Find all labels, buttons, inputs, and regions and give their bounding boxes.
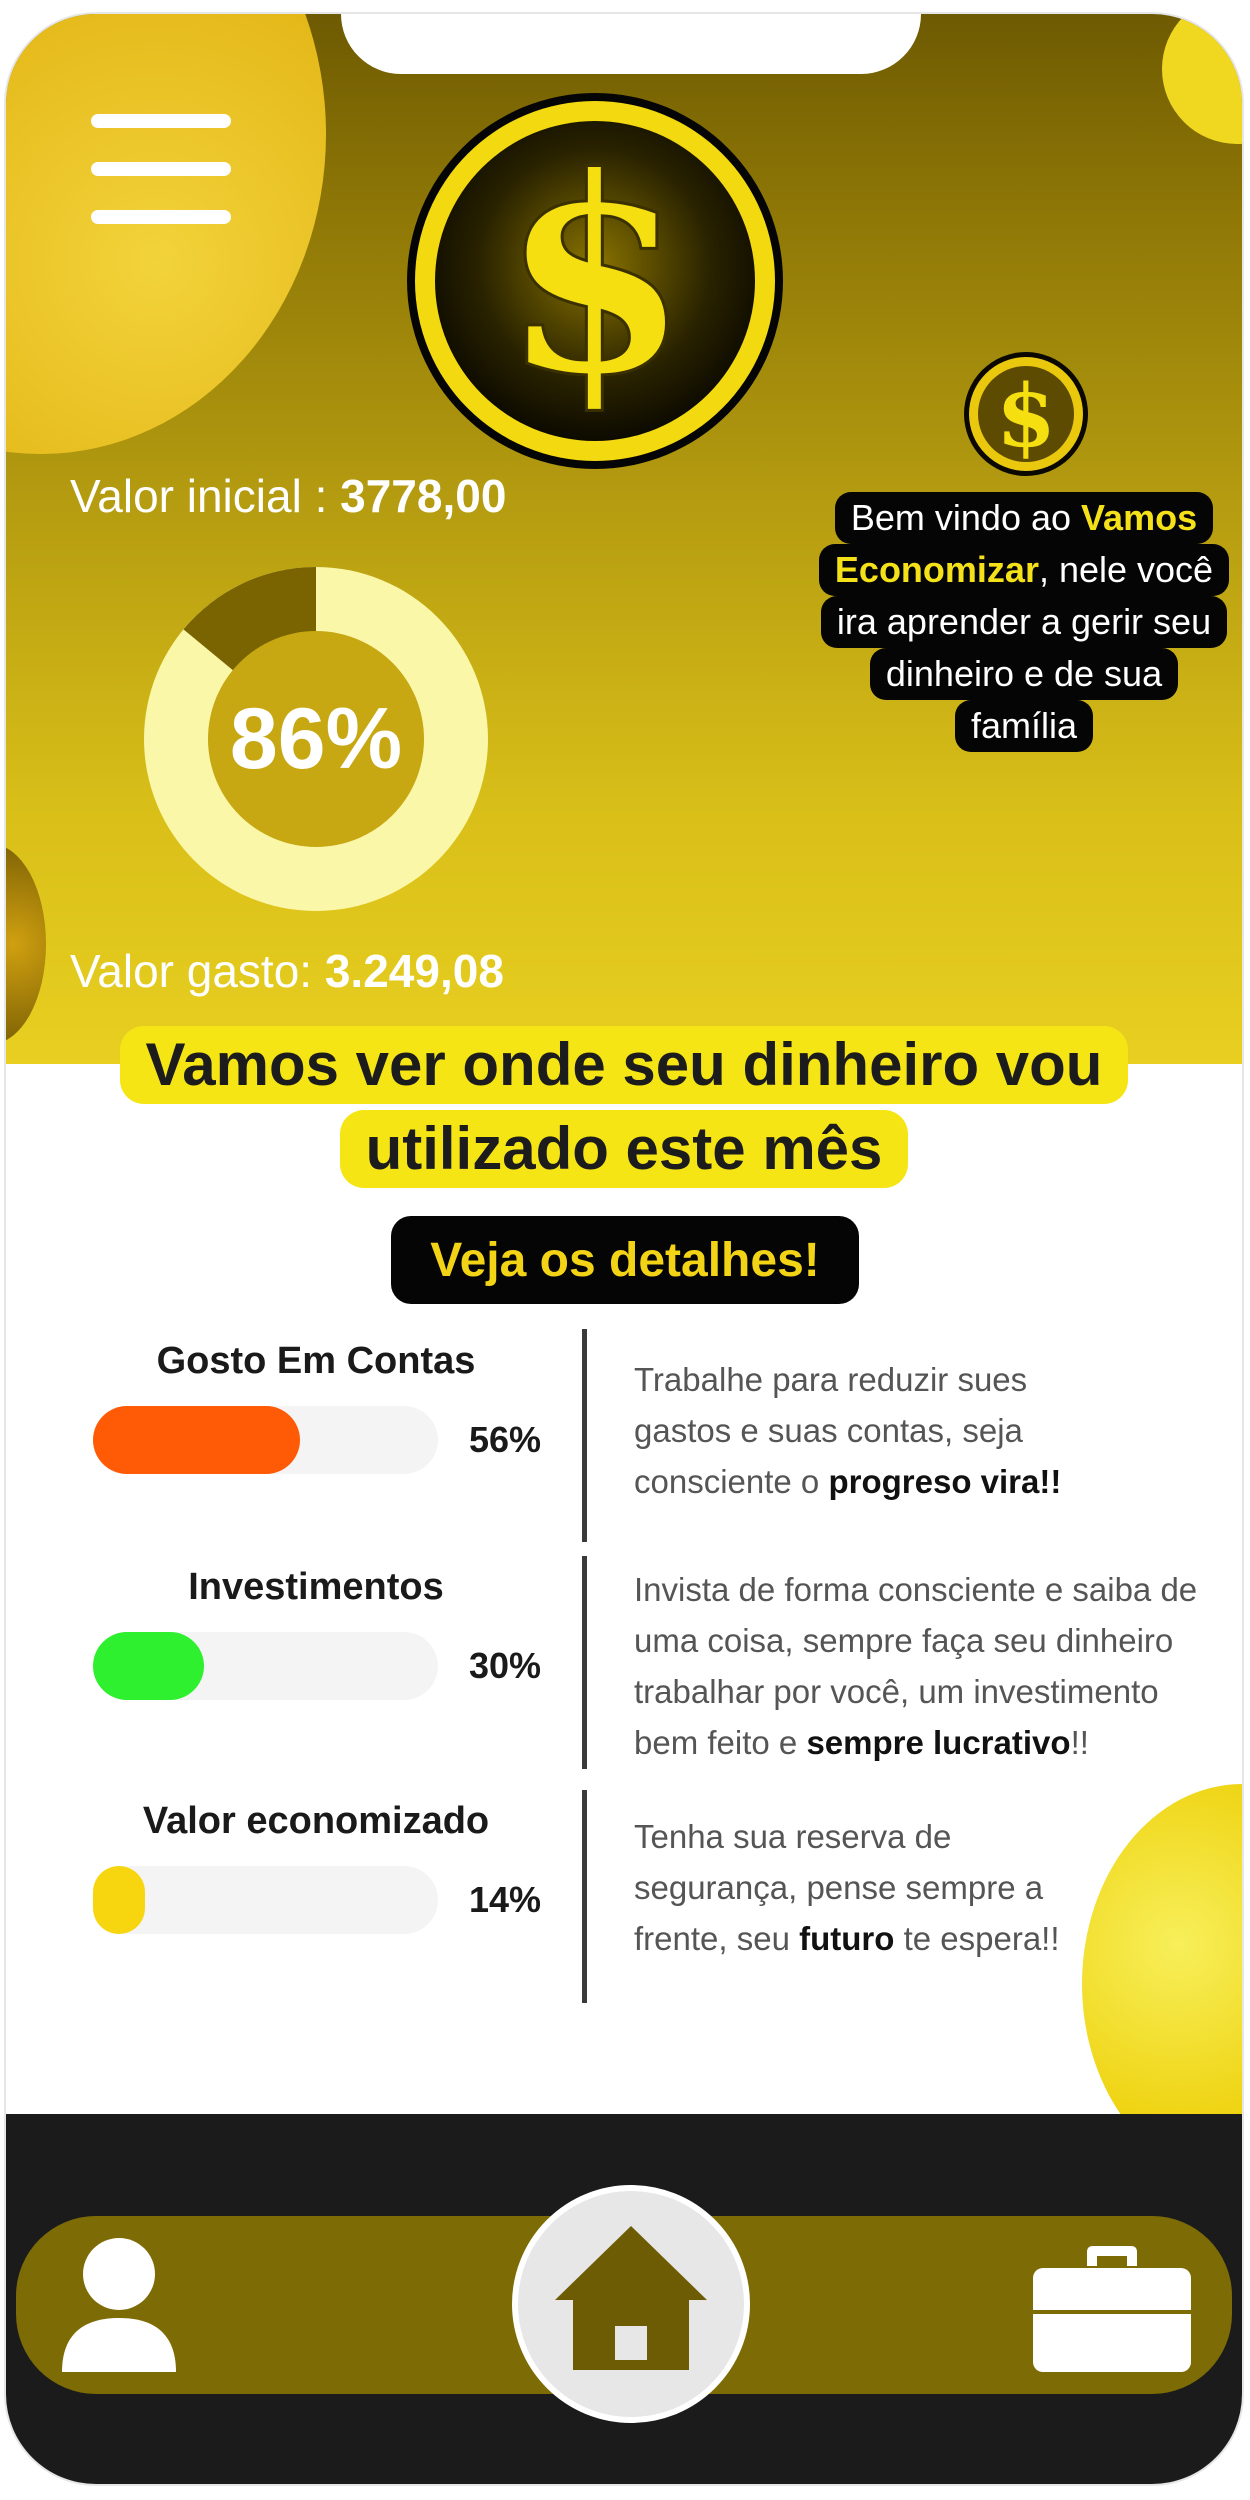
stat-percent-investimentos: 30% [468,1645,541,1686]
heading-line-1: Vamos ver onde seu dinheiro vou [119,1026,1129,1104]
desc-text: te espera!! [894,1920,1060,1957]
desc-bold: futuro [799,1920,895,1957]
brand-highlight: Vamos [1081,497,1198,538]
desc-text: bem feito e [634,1724,807,1761]
stat-desc-contas: Trabalhe para reduzir sues gastos e suas… [634,1354,1242,1507]
welcome-line: ira aprender a gerir seu [820,596,1228,648]
briefcase-icon[interactable] [1031,2244,1193,2376]
progress-track-contas [93,1406,438,1474]
valor-gasto-label: Valor gasto: [70,945,313,997]
stat-percent-contas: 56% [468,1419,541,1460]
menu-line [91,162,231,176]
progress-fill-economizado [93,1866,145,1934]
welcome-message: Bem vindo ao Vamos Economizar, nele você… [796,492,1242,752]
progress-fill-contas [93,1406,300,1474]
phone-notch [341,14,921,74]
decor-blob [1162,14,1242,144]
desc-line: gastos e suas contas, seja [634,1412,1023,1449]
desc-bold: sempre lucrativo [806,1724,1071,1761]
progress-track-economizado [93,1866,438,1934]
header-hero: $ $ Valor inicial : 3778,00 86% Bem vind… [6,14,1242,1064]
section-heading-2: utilizado este mês [6,1110,1242,1188]
stat-title-investimentos: Investimentos [188,1566,444,1608]
divider [582,1556,587,1769]
decor-blob [6,844,46,1044]
progress-track-investimentos [93,1632,438,1700]
percent-label: 86% [229,690,403,787]
desc-text: !! [1070,1724,1089,1761]
small-coin-icon: $ [964,352,1088,476]
stat-percent-economizado: 14% [468,1879,541,1920]
home-icon[interactable] [511,2184,751,2424]
menu-line [91,114,231,128]
decor-blob [6,14,326,454]
dollar-coin-icon: $ [407,93,783,469]
stat-title-contas: Gosto Em Contas [156,1340,476,1382]
divider [582,1329,587,1542]
valor-inicial: Valor inicial : 3778,00 [70,469,506,523]
desc-line: Invista de forma consciente e saiba de [634,1571,1198,1608]
valor-inicial-label: Valor inicial : [70,470,328,522]
welcome-text: , nele você [1038,549,1214,590]
desc-text: consciente o [634,1463,829,1500]
brand-highlight: Economizar [834,549,1039,590]
desc-line: trabalhar por você, um investimento [634,1673,1159,1710]
valor-gasto: Valor gasto: 3.249,08 [70,944,504,998]
stat-desc-investimentos: Invista de forma consciente e saiba de u… [634,1564,1242,1768]
details-button[interactable]: Veja os detalhes! [391,1216,859,1304]
welcome-text: Bem vindo ao [850,497,1072,538]
desc-bold: progreso vira!! [828,1463,1062,1500]
coin-symbol: $ [501,117,689,435]
heading-line-2: utilizado este mês [339,1110,909,1188]
desc-text: frente, seu [634,1920,800,1957]
divider [582,1790,587,2003]
phone-frame: $ $ Valor inicial : 3778,00 86% Bem vind… [6,14,1242,2484]
section-heading: Vamos ver onde seu dinheiro vou [6,1026,1242,1104]
coin-symbol-small: $ [996,366,1056,467]
progress-fill-investimentos [93,1632,204,1700]
hamburger-menu-icon[interactable] [91,114,231,224]
desc-line: uma coisa, sempre faça seu dinheiro [634,1622,1174,1659]
desc-line: bem feito e sempre lucrativo!! [634,1717,1242,1768]
desc-line: Trabalhe para reduzir sues [634,1361,1028,1398]
welcome-line: Economizar, nele você [818,544,1230,596]
welcome-line: dinheiro e de sua [869,648,1179,700]
user-icon[interactable] [58,2236,180,2374]
desc-line: consciente o progreso vira!! [634,1456,1242,1507]
welcome-line: Bem vindo ao Vamos [834,492,1214,544]
welcome-line: família [954,700,1094,752]
stat-title-economizado: Valor economizado [142,1800,490,1842]
valor-inicial-value: 3778,00 [340,470,507,522]
menu-line [91,210,231,224]
valor-gasto-value: 3.249,08 [324,945,504,997]
